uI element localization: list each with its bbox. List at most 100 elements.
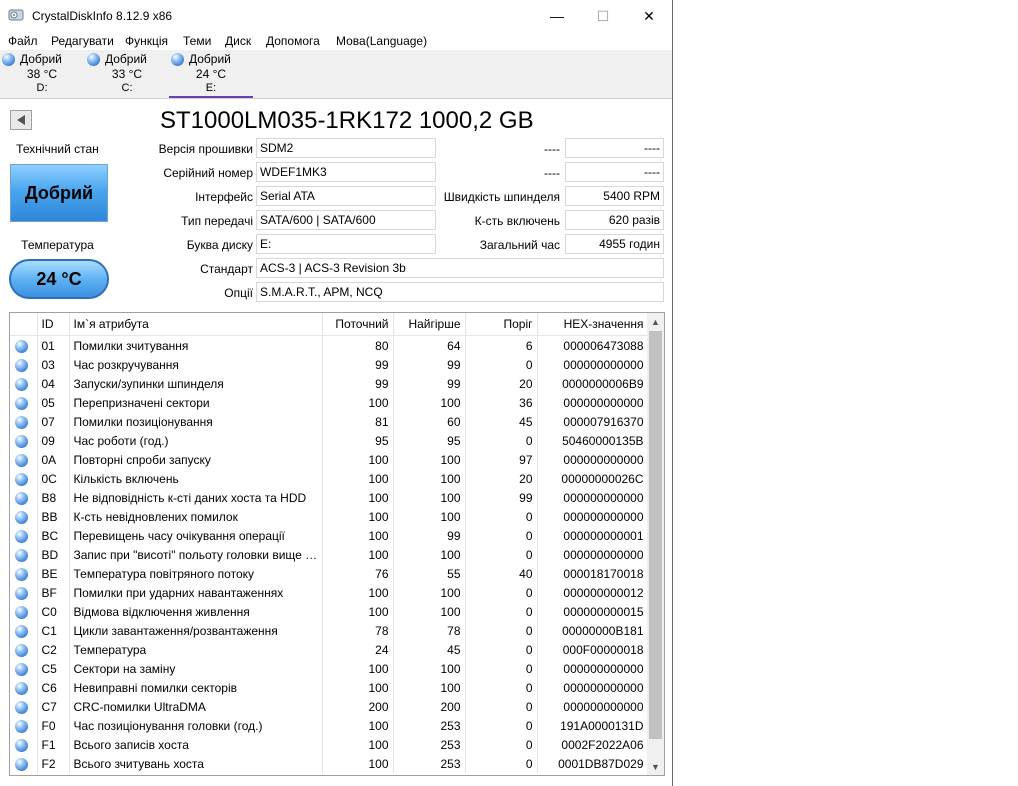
smart-row[interactable]: F1 Всього записів хоста 100 253 0 0002F2022A0…	[10, 735, 649, 754]
menu-edit[interactable]: Редагувати	[51, 34, 114, 48]
menu-help[interactable]: Допомога	[266, 34, 320, 48]
smart-row[interactable]: C7 CRC-помилки UltraDMA 200 200 0 00000000000…	[10, 697, 649, 716]
attr-current: 100	[322, 507, 394, 526]
maximize-button[interactable]: ☐	[580, 0, 626, 32]
title-bar[interactable]: CrystalDiskInfo 8.12.9 x86 — ☐ ✕	[0, 0, 672, 32]
smart-row[interactable]: 0A Повторні спроби запуску 100 100 97 0000000…	[10, 450, 649, 469]
good-status-icon	[171, 53, 184, 66]
attr-name: Час розкручування	[69, 355, 323, 374]
attr-threshold: 36	[465, 393, 538, 412]
smart-row[interactable]: 09 Час роботи (год.) 95 95 0 50460000135B	[10, 431, 649, 450]
smart-scrollbar[interactable]: ▲ ▼	[647, 313, 664, 775]
attr-current: 24	[322, 640, 394, 659]
attr-worst: 100	[393, 450, 466, 469]
good-status-icon	[15, 681, 28, 695]
attr-threshold: 0	[465, 583, 538, 602]
attr-id: 07	[37, 412, 70, 431]
menu-language[interactable]: Мова(Language)	[336, 34, 427, 48]
good-status-icon	[15, 548, 28, 562]
disk-tab-c[interactable]: Добрий 33 °C C:	[85, 50, 169, 98]
current-column-header[interactable]: Поточний	[322, 313, 394, 336]
disk-status: Добрий	[105, 52, 147, 66]
attr-worst: 99	[393, 526, 466, 545]
menu-theme[interactable]: Теми	[183, 34, 211, 48]
attr-threshold: 0	[465, 507, 538, 526]
attr-name: Кількість включень	[69, 469, 323, 488]
smart-row[interactable]: 03 Час розкручування 99 99 0 000000000000	[10, 355, 649, 374]
smart-row[interactable]: B8 Не відповідність к-сті даних хоста та …	[10, 488, 649, 507]
attr-raw-hex: 191A0000131D	[537, 716, 649, 735]
good-status-icon	[15, 700, 28, 714]
attr-id: 0C	[37, 469, 70, 488]
smart-row[interactable]: BE Температура повітряного потоку 76 55 40 00…	[10, 564, 649, 583]
id-column-header[interactable]: ID	[37, 313, 70, 336]
good-status-icon	[15, 396, 28, 410]
smart-row[interactable]: BB К-сть невідновлених помилок 100 100 0 0000…	[10, 507, 649, 526]
smart-attributes-list[interactable]: ID Ім`я атрибута Поточний Найгірше Поріг…	[9, 312, 665, 776]
smart-row[interactable]: F2 Всього зчитувань хоста 100 253 0 0001DB87D…	[10, 754, 649, 773]
threshold-column-header[interactable]: Поріг	[465, 313, 538, 336]
interface-label: Інтерфейс	[195, 190, 253, 204]
smart-row[interactable]: 01 Помилки зчитування 80 64 6 000006473088	[10, 335, 649, 355]
transfer-mode-label: Тип передачі	[181, 214, 253, 228]
menu-disk[interactable]: Диск	[225, 34, 251, 48]
smart-row[interactable]: 0C Кількість включень 100 100 20 00000000026C	[10, 469, 649, 488]
status-cell	[10, 488, 38, 507]
smart-row[interactable]: BF Помилки при ударних навантаженнях 100 10…	[10, 583, 649, 602]
attr-threshold: 0	[465, 716, 538, 735]
smart-row[interactable]: BC Перевищень часу очікування операції 100…	[10, 526, 649, 545]
smart-row[interactable]: BD Запис при "висоті" польоту головки вищ…	[10, 545, 649, 564]
scroll-down-icon[interactable]: ▼	[647, 758, 664, 775]
attr-raw-hex: 000006473088	[537, 335, 649, 355]
attr-raw-hex: 00000000026C	[537, 469, 649, 488]
attr-raw-hex: 000F00000018	[537, 640, 649, 659]
worst-column-header[interactable]: Найгірше	[393, 313, 466, 336]
attribute-name-column-header[interactable]: Ім`я атрибута	[69, 313, 323, 336]
menu-function[interactable]: Функція	[125, 34, 168, 48]
close-button[interactable]: ✕	[626, 0, 672, 32]
attr-worst: 100	[393, 507, 466, 526]
attr-threshold: 0	[465, 735, 538, 754]
attr-raw-hex: 000000000000	[537, 545, 649, 564]
scroll-up-icon[interactable]: ▲	[647, 313, 664, 330]
status-cell	[10, 507, 38, 526]
smart-row[interactable]: C0 Відмова відключення живлення 100 100 0 000…	[10, 602, 649, 621]
disk-tab-e[interactable]: Добрий 24 °C E:	[169, 50, 253, 98]
power-on-count-label: К-сть включень	[474, 214, 560, 228]
attr-raw-hex: 50460000135B	[537, 431, 649, 450]
status-cell	[10, 735, 38, 754]
smart-row[interactable]: C1 Цикли завантаження/розвантаження 78 78 0 0…	[10, 621, 649, 640]
menu-file[interactable]: Файл	[8, 34, 38, 48]
raw-hex-column-header[interactable]: HEX-значення	[537, 313, 649, 336]
smart-row[interactable]: 07 Помилки позиціонування 81 60 45 0000079163…	[10, 412, 649, 431]
attr-worst: 99	[393, 374, 466, 393]
attr-id: F1	[37, 735, 70, 754]
smart-row[interactable]: C2 Температура 24 45 0 000F00000018	[10, 640, 649, 659]
health-status-badge[interactable]: Добрий	[10, 164, 108, 222]
attr-id: 05	[37, 393, 70, 412]
attr-raw-hex: 000018170018	[537, 564, 649, 583]
attr-name: Всього зчитувань хоста	[69, 754, 323, 773]
attr-threshold: 0	[465, 602, 538, 621]
smart-row[interactable]: 05 Перепризначені сектори 100 100 36 00000000…	[10, 393, 649, 412]
status-cell	[10, 450, 38, 469]
power-on-hours-label: Загальний час	[479, 238, 560, 252]
smart-row[interactable]: 04 Запуски/зупинки шпинделя 99 99 20 00000000…	[10, 374, 649, 393]
smart-row[interactable]: C6 Невиправні помилки секторів 100 100 0 0000…	[10, 678, 649, 697]
smart-row[interactable]: F0 Час позиціонування головки (год.) 100 25…	[10, 716, 649, 735]
status-cell	[10, 393, 38, 412]
attr-name: Не відповідність к-сті даних хоста та HD…	[69, 488, 323, 507]
attr-current: 100	[322, 659, 394, 678]
attr-name: CRC-помилки UltraDMA	[69, 697, 323, 716]
disk-tab-d[interactable]: Добрий 38 °C D:	[0, 50, 84, 98]
previous-disk-button[interactable]	[10, 110, 32, 130]
attr-raw-hex: 000000000000	[537, 450, 649, 469]
minimize-button[interactable]: —	[534, 0, 580, 32]
attr-threshold: 0	[465, 659, 538, 678]
status-column-header[interactable]	[10, 313, 38, 336]
disk-letter: D:	[36, 82, 48, 94]
scroll-thumb[interactable]	[649, 331, 662, 739]
smart-row[interactable]: C5 Сектори на заміну 100 100 0 000000000000	[10, 659, 649, 678]
good-status-icon	[15, 339, 28, 353]
attr-current: 80	[322, 335, 394, 355]
